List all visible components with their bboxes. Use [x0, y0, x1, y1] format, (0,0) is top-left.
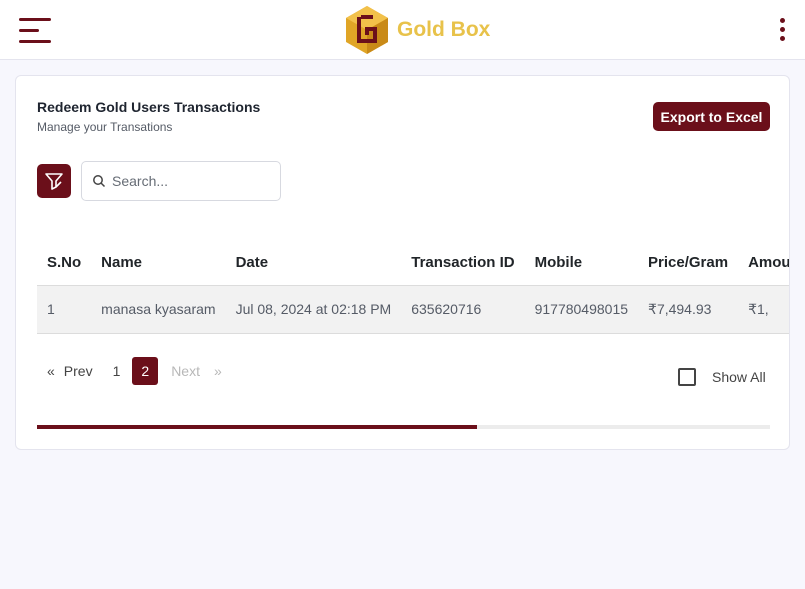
gold-box-logo-icon	[346, 6, 388, 54]
column-header-amount[interactable]: Amount	[738, 241, 789, 285]
show-all-label: Show All	[712, 369, 766, 385]
page-subtitle: Manage your Transations	[37, 120, 173, 134]
column-header-sno[interactable]: S.No	[37, 241, 91, 285]
column-header-transaction-id[interactable]: Transaction ID	[401, 241, 524, 285]
brand-name: Gold Box	[397, 18, 491, 41]
page-1-button[interactable]: 1	[106, 357, 128, 385]
cell-price-gram: ₹7,494.93	[648, 300, 712, 317]
top-navbar: Gold Box	[0, 0, 805, 60]
column-header-mobile[interactable]: Mobile	[525, 241, 638, 285]
column-header-name[interactable]: Name	[91, 241, 225, 285]
prev-button[interactable]: Prev	[57, 357, 100, 385]
search-icon	[93, 175, 106, 188]
table-row[interactable]: 1 manasa kyasaram Jul 08, 2024 at 02:18 …	[37, 285, 789, 333]
cell-date: Jul 08, 2024 at 02:18 PM	[235, 301, 392, 317]
page-2-button[interactable]: 2	[132, 357, 159, 385]
export-to-excel-button[interactable]: Export to Excel	[653, 102, 770, 131]
search-field[interactable]	[81, 161, 281, 201]
kebab-menu-icon[interactable]	[776, 18, 788, 42]
table-header-row: S.No Name Date Transaction ID Mobile Pri…	[37, 241, 789, 285]
cell-name: manasa kyasaram	[101, 301, 216, 317]
prev-arrow[interactable]: «	[37, 357, 57, 385]
filter-button[interactable]	[37, 164, 71, 198]
horizontal-scrollbar-thumb[interactable]	[37, 425, 477, 429]
brand-logo[interactable]: Gold Box	[345, 5, 490, 55]
hamburger-menu-icon[interactable]	[19, 18, 52, 44]
search-input[interactable]	[112, 170, 272, 192]
show-all-toggle[interactable]: Show All	[678, 368, 766, 386]
filter-icon	[45, 173, 63, 190]
pagination: « Prev 1 2 Next »	[37, 357, 229, 385]
column-header-price-gram[interactable]: Price/Gram	[638, 241, 738, 285]
cell-sno: 1	[47, 301, 55, 317]
cell-amount: ₹1,	[748, 300, 769, 317]
transactions-table: S.No Name Date Transaction ID Mobile Pri…	[37, 241, 789, 334]
cell-mobile: 917780498015	[534, 301, 629, 317]
show-all-checkbox[interactable]	[678, 368, 696, 386]
horizontal-scrollbar[interactable]	[37, 425, 770, 429]
cell-transaction-id: 635620716	[411, 301, 482, 317]
page-title: Redeem Gold Users Transactions	[37, 99, 261, 115]
next-button: Next	[171, 363, 200, 379]
transactions-card: Redeem Gold Users Transactions Manage yo…	[15, 75, 790, 450]
next-arrow: »	[213, 363, 222, 379]
column-header-date[interactable]: Date	[226, 241, 402, 285]
